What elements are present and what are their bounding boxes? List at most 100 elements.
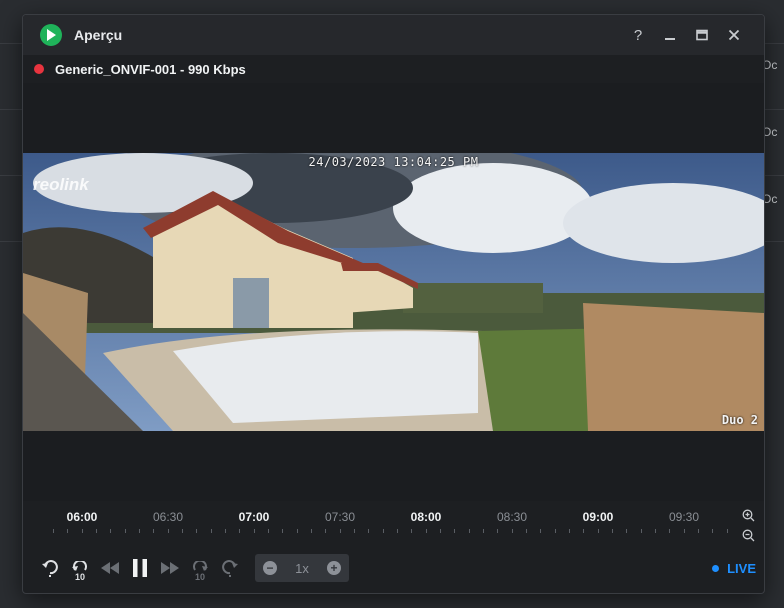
timeline-tick — [311, 529, 312, 533]
timeline-tick — [454, 529, 455, 533]
timeline-tick — [727, 529, 728, 533]
timeline-tick — [168, 529, 169, 533]
timeline-tick — [612, 529, 613, 533]
fast-rewind-button[interactable] — [95, 553, 125, 583]
timeline-tick — [712, 529, 713, 533]
speed-decrease-button[interactable]: − — [263, 561, 277, 575]
recording-status-dot — [34, 64, 44, 74]
zoom-in-button[interactable] — [740, 507, 756, 523]
minimize-button[interactable] — [654, 15, 686, 55]
live-button[interactable]: LIVE — [712, 561, 756, 576]
timeline-tick — [512, 529, 513, 533]
live-indicator-dot — [712, 565, 720, 572]
timeline-tick — [583, 529, 584, 533]
timeline-tick — [268, 529, 269, 533]
timeline-label: 07:30 — [324, 510, 356, 524]
next-event-button[interactable] — [215, 553, 245, 583]
fast-rewind-icon — [101, 562, 119, 574]
forward-10-label: 10 — [194, 572, 205, 582]
timeline-tick — [698, 529, 699, 533]
timeline-tick — [139, 529, 140, 533]
timeline-tick — [82, 529, 83, 533]
timeline-label: 09:30 — [668, 510, 700, 524]
timeline-label: 06:00 — [66, 510, 98, 524]
timeline-label: 07:00 — [238, 510, 270, 524]
rewind-10-label: 10 — [74, 572, 85, 582]
next-event-icon — [222, 560, 238, 577]
help-icon: ? — [633, 26, 643, 44]
previous-event-icon — [42, 560, 58, 577]
fast-forward-button[interactable] — [155, 553, 185, 583]
camera-feed[interactable]: 24/03/2023 13:04:25 PM reolink Duo 2 — [23, 153, 764, 431]
help-button[interactable]: ? — [622, 15, 654, 55]
timeline-tick — [211, 529, 212, 533]
playback-controls: 10 10 − 1x + LIVE — [23, 543, 764, 593]
timeline-tick — [540, 529, 541, 533]
timeline-tick — [440, 529, 441, 533]
timeline-tick — [555, 529, 556, 533]
timeline-label: 08:00 — [410, 510, 442, 524]
timeline-tick — [125, 529, 126, 533]
timeline-label: 06:30 — [152, 510, 184, 524]
stream-info-bar: Generic_ONVIF-001 - 990 Kbps — [23, 55, 764, 83]
timeline-tick — [483, 529, 484, 533]
zoom-out-icon — [742, 529, 754, 541]
zoom-in-icon — [742, 509, 754, 521]
maximize-icon — [696, 29, 708, 41]
window-title: Aperçu — [74, 27, 123, 43]
timeline-tick — [340, 529, 341, 533]
close-button[interactable] — [718, 15, 750, 55]
timeline-zoom — [740, 507, 756, 543]
video-area[interactable]: 24/03/2023 13:04:25 PM reolink Duo 2 — [23, 83, 764, 501]
live-label: LIVE — [727, 561, 756, 576]
rewind-10-button[interactable]: 10 — [65, 553, 95, 583]
timeline-tick — [383, 529, 384, 533]
pause-button[interactable] — [125, 553, 155, 583]
timeline-tick — [239, 529, 240, 533]
camera-brand-watermark: reolink — [33, 175, 89, 194]
timeline-tick — [641, 529, 642, 533]
timeline-label: 09:00 — [582, 510, 614, 524]
list-cell: Oc — [762, 125, 778, 139]
stream-label: Generic_ONVIF-001 - 990 Kbps — [55, 61, 246, 77]
timeline-tick — [655, 529, 656, 533]
timeline-tick — [411, 529, 412, 533]
preview-window: Aperçu ? Generic_ONVIF-001 - 990 Kbps 24… — [22, 14, 765, 594]
fast-forward-icon — [161, 562, 179, 574]
timeline-tick — [196, 529, 197, 533]
forward-10-button[interactable]: 10 — [185, 553, 215, 583]
timeline-tick — [598, 529, 599, 533]
minimize-icon — [665, 38, 675, 40]
title-bar[interactable]: Aperçu ? — [23, 15, 764, 55]
timeline-tick — [110, 529, 111, 533]
playback-speed-value: 1x — [295, 560, 309, 576]
window-controls: ? — [622, 15, 750, 55]
timeline-tick — [297, 529, 298, 533]
timeline-tick — [225, 529, 226, 533]
timeline-tick — [282, 529, 283, 533]
previous-event-button[interactable] — [35, 553, 65, 583]
timeline-label: 08:30 — [496, 510, 528, 524]
timeline-tick — [254, 529, 255, 533]
timeline-tick — [626, 529, 627, 533]
timeline-tick — [182, 529, 183, 533]
maximize-button[interactable] — [686, 15, 718, 55]
timeline[interactable]: 06:00 06:30 07:00 07:30 08:00 08:30 09:0… — [23, 501, 764, 543]
timeline-tick — [469, 529, 470, 533]
timeline-tick — [569, 529, 570, 533]
list-cell: Oc — [762, 192, 778, 206]
timeline-tick — [67, 529, 68, 533]
timeline-tick — [368, 529, 369, 533]
pause-icon — [133, 559, 147, 577]
timeline-tick — [53, 529, 54, 533]
close-icon — [728, 29, 740, 41]
play-icon — [40, 24, 62, 46]
speed-increase-button[interactable]: + — [326, 561, 341, 575]
timeline-tick — [397, 529, 398, 533]
timeline-tick — [426, 529, 427, 533]
timeline-tick — [497, 529, 498, 533]
zoom-out-button[interactable] — [740, 527, 756, 543]
timeline-tick — [153, 529, 154, 533]
timeline-tick — [325, 529, 326, 533]
video-timestamp: 24/03/2023 13:04:25 PM — [308, 155, 479, 169]
